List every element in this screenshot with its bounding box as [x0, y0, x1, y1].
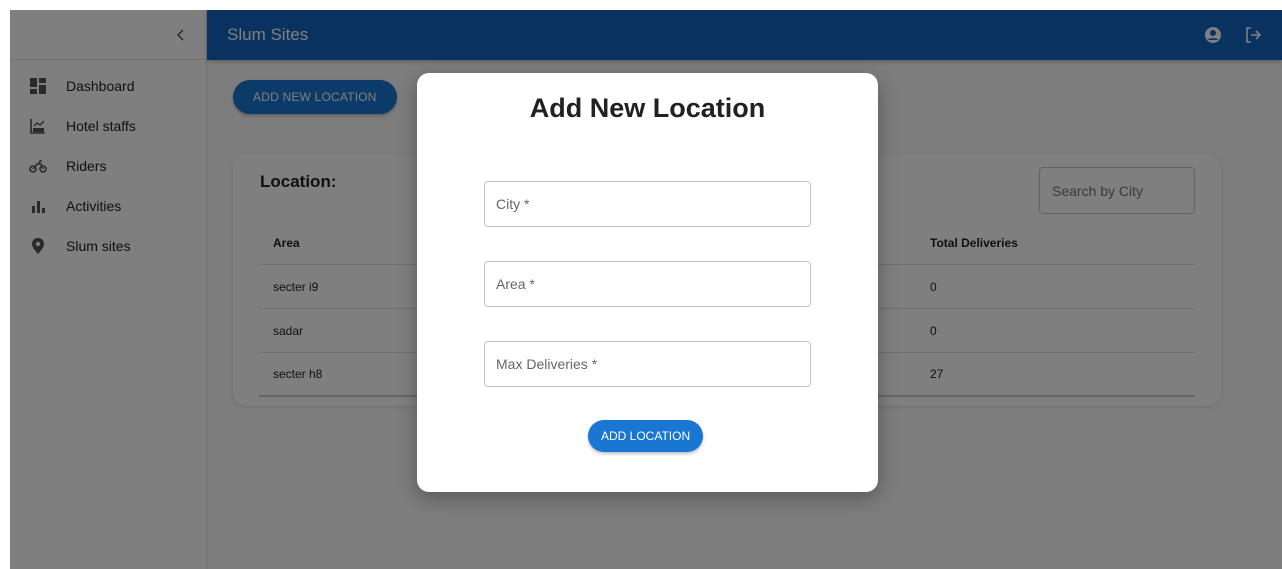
- area-input[interactable]: [484, 261, 811, 307]
- add-location-button[interactable]: ADD LOCATION: [588, 420, 704, 452]
- max-deliveries-input[interactable]: [484, 341, 811, 387]
- add-location-dialog: Add New Location ADD LOCATION: [417, 73, 878, 492]
- dialog-title: Add New Location: [529, 93, 766, 123]
- city-input[interactable]: [484, 181, 811, 227]
- app-window: Dashboard Hotel staffs Riders Activities: [10, 10, 1282, 569]
